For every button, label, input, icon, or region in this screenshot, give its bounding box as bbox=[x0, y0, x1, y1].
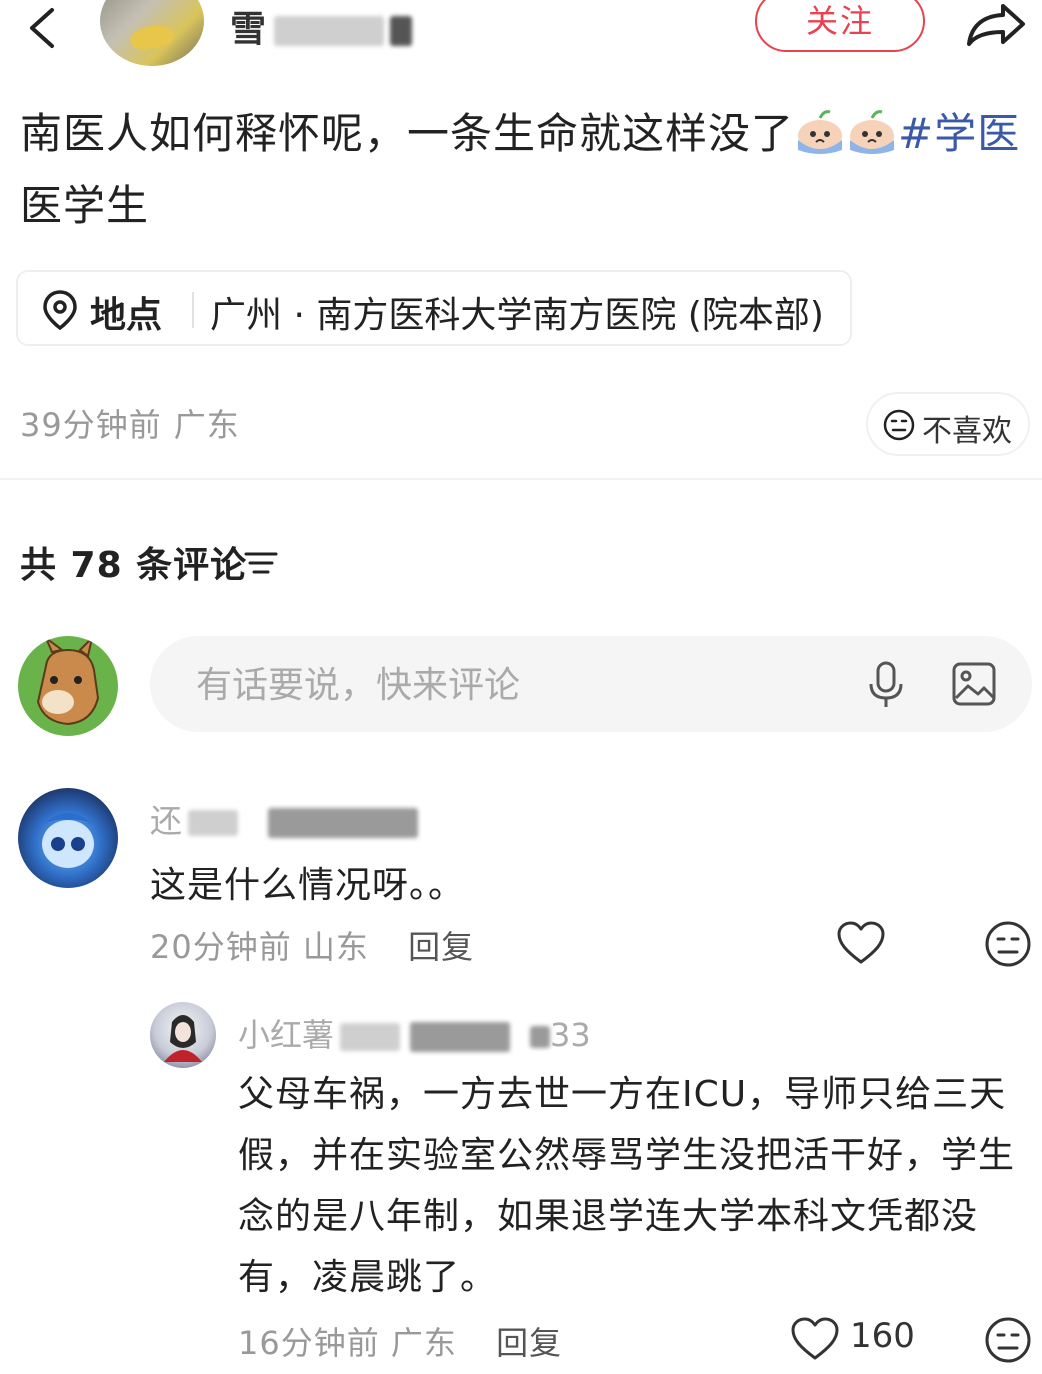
reply-button[interactable]: 回复 bbox=[408, 928, 474, 966]
dislike-button[interactable] bbox=[984, 1316, 1032, 1364]
location-pin-icon bbox=[43, 290, 77, 330]
like-count: 160 bbox=[850, 1316, 915, 1356]
share-button[interactable] bbox=[963, 0, 1029, 48]
comment-region: 广东 bbox=[390, 1324, 457, 1362]
post-region: 广东 bbox=[173, 406, 240, 444]
author-avatar[interactable] bbox=[100, 0, 204, 66]
hashtag-link[interactable]: #学医 bbox=[898, 109, 1020, 158]
image-button[interactable] bbox=[950, 660, 998, 708]
hashtag-link[interactable]: 医学生 bbox=[20, 181, 149, 230]
neutral-face-icon bbox=[883, 409, 915, 441]
location-tag[interactable]: 地点 广州 · 南方医科大学南方医院 (院本部) bbox=[16, 270, 852, 346]
comment-text: 这是什么情况呀。。 bbox=[150, 865, 466, 906]
redacted-name bbox=[188, 810, 239, 836]
heart-icon bbox=[837, 921, 885, 964]
back-arrow-icon bbox=[30, 8, 54, 48]
follow-button[interactable]: 关注 bbox=[755, 0, 925, 52]
dislike-label: 不喜欢 bbox=[922, 414, 1012, 449]
location-label: 地点 bbox=[90, 295, 163, 336]
heart-icon bbox=[791, 1317, 839, 1360]
post-time: 39分钟前 bbox=[20, 406, 162, 444]
commenter-name[interactable]: 小红薯 33 bbox=[238, 1010, 591, 1056]
comment-meta: 20分钟前 山东 回复 bbox=[150, 922, 474, 968]
redacted-name bbox=[390, 16, 413, 46]
comment-input[interactable] bbox=[194, 658, 798, 712]
my-avatar bbox=[18, 636, 118, 736]
voice-button[interactable] bbox=[866, 660, 906, 710]
post-meta: 39分钟前 广东 bbox=[20, 400, 240, 446]
share-icon bbox=[967, 4, 1025, 46]
microphone-icon bbox=[869, 661, 903, 707]
redacted-name bbox=[274, 16, 385, 46]
author-name[interactable]: 雪 bbox=[230, 0, 413, 52]
redacted-name bbox=[268, 808, 419, 838]
comment-time: 16分钟前 bbox=[238, 1324, 380, 1362]
divider bbox=[192, 292, 194, 328]
like-button[interactable] bbox=[836, 920, 886, 966]
commenter-avatar[interactable] bbox=[18, 788, 118, 888]
location-text: 广州 · 南方医科大学南方医院 (院本部) bbox=[210, 295, 824, 336]
section-divider bbox=[0, 478, 1042, 480]
reply-button[interactable]: 回复 bbox=[496, 1324, 562, 1362]
comment-text: 父母车祸，一方去世一方在ICU，导师只给三天假，并在实验室公然辱骂学生没把活干好… bbox=[238, 1074, 1016, 1298]
comment-meta: 16分钟前 广东 回复 bbox=[238, 1318, 562, 1364]
post-text: 南医人如何释怀呢，一条生命就这样没了 #学医 医学生 bbox=[20, 98, 1025, 242]
sort-icon bbox=[244, 552, 278, 574]
redacted-name bbox=[340, 1023, 401, 1051]
neutral-face-icon bbox=[985, 1317, 1031, 1363]
comment-region: 山东 bbox=[302, 928, 369, 966]
like-button[interactable] bbox=[790, 1316, 840, 1362]
back-button[interactable] bbox=[22, 6, 64, 50]
sort-button[interactable] bbox=[244, 548, 278, 578]
crying-emoji-icon bbox=[794, 106, 846, 156]
comment-time: 20分钟前 bbox=[150, 928, 292, 966]
comments-count: 共 78 条评论 bbox=[20, 545, 248, 586]
image-icon bbox=[952, 662, 996, 706]
dislike-button[interactable]: 不喜欢 bbox=[866, 392, 1030, 456]
dislike-button[interactable] bbox=[984, 920, 1032, 968]
commenter-name[interactable]: 还 bbox=[150, 796, 419, 842]
neutral-face-icon bbox=[985, 921, 1031, 967]
crying-emoji-icon bbox=[846, 106, 898, 156]
redacted-name bbox=[410, 1022, 511, 1052]
redacted-name bbox=[530, 1026, 551, 1048]
commenter-avatar[interactable] bbox=[150, 1002, 216, 1068]
